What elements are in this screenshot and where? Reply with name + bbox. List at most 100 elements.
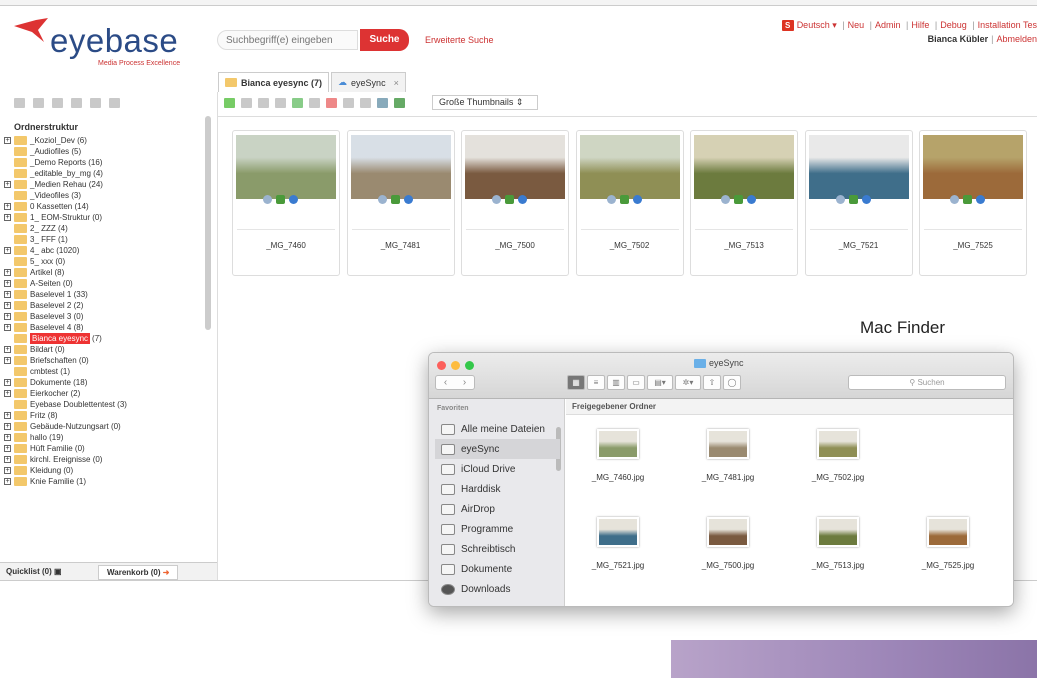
expand-icon[interactable]: +: [4, 379, 11, 386]
close-icon[interactable]: ×: [394, 78, 399, 88]
copy-icon[interactable]: [258, 98, 269, 108]
finder-sidebar-item[interactable]: Downloads: [435, 579, 560, 599]
expand-icon[interactable]: +: [4, 137, 11, 144]
asset-thumbnail[interactable]: _MG_7460: [232, 130, 340, 276]
folder-tree-item[interactable]: 2_ ZZZ (4): [4, 223, 204, 234]
expand-icon[interactable]: +: [4, 456, 11, 463]
asset-image[interactable]: [808, 135, 909, 199]
expand-icon[interactable]: +: [4, 346, 11, 353]
zoom-icon[interactable]: [377, 195, 387, 204]
download-icon[interactable]: [963, 195, 972, 204]
folder-tree-item[interactable]: + Baselevel 3 (0): [4, 311, 204, 322]
folder-tree-item[interactable]: + hallo (19): [4, 432, 204, 443]
export-icon[interactable]: [292, 98, 303, 108]
asset-thumbnail[interactable]: _MG_7525: [919, 130, 1027, 276]
folder-tree-item[interactable]: _Demo Reports (16): [4, 157, 204, 168]
zoom-window-icon[interactable]: [465, 361, 474, 370]
link-neu[interactable]: Neu: [848, 20, 865, 30]
share-icon[interactable]: ⇧: [703, 375, 721, 390]
finder-file[interactable]: _MG_7513.jpg: [788, 517, 888, 570]
expand-icon[interactable]: +: [4, 467, 11, 474]
info-icon[interactable]: [861, 195, 871, 204]
expand-icon[interactable]: +: [4, 280, 11, 287]
folder-tree-item[interactable]: + _Koziol_Dev (6): [4, 135, 204, 146]
warenkorb-tab[interactable]: Warenkorb (0) ➜: [98, 565, 179, 580]
asset-thumbnail[interactable]: _MG_7481: [346, 130, 455, 276]
folder-tree-item[interactable]: +0 Kassetten (14): [4, 201, 204, 212]
close-window-icon[interactable]: [437, 361, 446, 370]
download-icon[interactable]: [276, 195, 285, 204]
info-icon[interactable]: [976, 195, 985, 204]
info-icon[interactable]: [518, 195, 527, 204]
eyebase-logo[interactable]: eyebase Media Process Excellence: [14, 16, 194, 67]
search-input[interactable]: [217, 30, 358, 50]
language-select[interactable]: Deutsch: [797, 20, 830, 30]
asset-image[interactable]: [579, 135, 680, 199]
zoom-icon[interactable]: [606, 195, 616, 204]
thumbnail-size-select[interactable]: Große Thumbnails ⇕: [432, 95, 538, 110]
column-view-icon[interactable]: ▥: [607, 375, 625, 390]
finder-sidebar-item[interactable]: Schreibtisch: [435, 539, 560, 559]
grid-icon[interactable]: [360, 98, 371, 108]
finder-file[interactable]: _MG_7521.jpg: [568, 517, 668, 570]
expand-icon[interactable]: +: [4, 291, 11, 298]
back-icon[interactable]: ‹: [436, 376, 455, 389]
finder-sidebar-item[interactable]: AirDrop: [435, 499, 560, 519]
finder-sidebar-item[interactable]: Programme: [435, 519, 560, 539]
folder-tree-item[interactable]: 3_ FFF (1): [4, 234, 204, 245]
asset-image[interactable]: [236, 135, 336, 199]
info-icon[interactable]: [632, 195, 642, 204]
info-icon[interactable]: [289, 195, 298, 204]
asset-thumbnail[interactable]: _MG_7502: [575, 130, 684, 276]
folder-tree-scrollbar[interactable]: [205, 116, 211, 330]
folder-tree-item[interactable]: + Dokumente (18): [4, 377, 204, 388]
expand-icon[interactable]: +: [4, 214, 11, 221]
new-folder-icon[interactable]: [14, 98, 25, 108]
expand-icon[interactable]: +: [4, 203, 11, 210]
asset-image[interactable]: [350, 135, 451, 199]
zoom-icon[interactable]: [721, 195, 730, 204]
finder-file[interactable]: _MG_7500.jpg: [678, 517, 778, 570]
asset-image[interactable]: [465, 135, 565, 199]
link-hilfe[interactable]: Hilfe: [911, 20, 929, 30]
finder-sidebar-item[interactable]: Dokumente: [435, 559, 560, 579]
expand-icon[interactable]: +: [4, 445, 11, 452]
download-icon[interactable]: [390, 195, 400, 204]
folder-tree-item[interactable]: + Fritz (8): [4, 410, 204, 421]
folder-tree-item[interactable]: + kirchl. Ereignisse (0): [4, 454, 204, 465]
folder-tree-item[interactable]: + Knie Familie (1): [4, 476, 204, 487]
gear-icon[interactable]: ✲▾: [675, 375, 701, 390]
move-folder-icon[interactable]: [52, 98, 63, 108]
expand-icon[interactable]: +: [4, 313, 11, 320]
asset-thumbnail[interactable]: _MG_7513: [690, 130, 798, 276]
folder-tree-item[interactable]: + A-Seiten (0): [4, 278, 204, 289]
zoom-icon[interactable]: [492, 195, 501, 204]
copy-folder-icon[interactable]: [33, 98, 44, 108]
delete-icon[interactable]: [326, 98, 337, 108]
zoom-icon[interactable]: [835, 195, 845, 204]
expand-icon[interactable]: +: [4, 324, 11, 331]
download-icon[interactable]: [848, 195, 858, 204]
tag-icon[interactable]: ◯: [723, 375, 741, 390]
expand-icon[interactable]: +: [4, 478, 11, 485]
zoom-icon[interactable]: [263, 195, 272, 204]
link-installation[interactable]: Installation Tes: [978, 20, 1037, 30]
folder-settings-icon[interactable]: [90, 98, 101, 108]
expand-icon[interactable]: +: [4, 302, 11, 309]
edit-icon[interactable]: [241, 98, 252, 108]
folder-tree-item[interactable]: Bianca eyesync (7): [4, 333, 204, 344]
asset-thumbnail[interactable]: _MG_7521: [804, 130, 913, 276]
share-icon[interactable]: [309, 98, 320, 108]
advanced-search-link[interactable]: Erweiterte Suche: [425, 35, 494, 45]
download-icon[interactable]: [377, 98, 388, 108]
asset-image[interactable]: [923, 135, 1023, 199]
folder-tree-item[interactable]: +1_ EOM-Struktur (0): [4, 212, 204, 223]
expand-icon[interactable]: +: [4, 181, 11, 188]
folder-tree-item[interactable]: + Baselevel 4 (8): [4, 322, 204, 333]
info-icon[interactable]: [747, 195, 756, 204]
basket-icon[interactable]: [394, 98, 405, 108]
folder-tree-item[interactable]: _editable_by_mg (4): [4, 168, 204, 179]
expand-icon[interactable]: +: [4, 412, 11, 419]
folder-tree-item[interactable]: + Briefschaften (0): [4, 355, 204, 366]
folder-tree-item[interactable]: _Videofiles (3): [4, 190, 204, 201]
